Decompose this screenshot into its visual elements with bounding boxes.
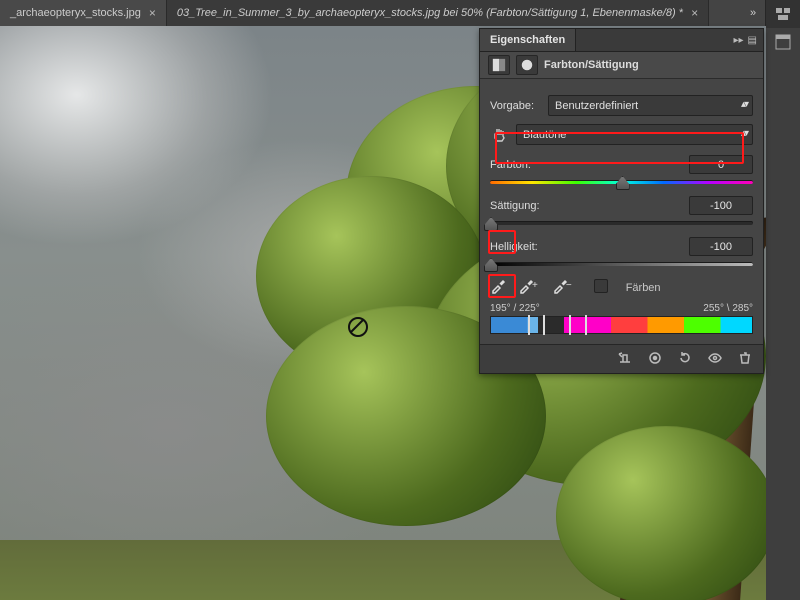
tab-document-1[interactable]: _archaeopteryx_stocks.jpg × <box>0 0 167 26</box>
close-icon[interactable]: × <box>691 6 698 20</box>
clip-to-layer-icon[interactable] <box>617 350 633 369</box>
panel-footer <box>480 344 763 373</box>
adjustment-name: Farbton/Sättigung <box>544 59 639 71</box>
panel-collapse-icon[interactable]: ▸▸ <box>734 35 744 46</box>
eyedropper-add-icon[interactable]: + <box>518 278 540 297</box>
panel-title: Eigenschaften <box>490 34 565 46</box>
lightness-label: Helligkeit: <box>490 241 538 253</box>
no-drop-cursor-icon <box>348 317 368 337</box>
hue-label: Farbton: <box>490 159 531 171</box>
color-range-dropdown[interactable]: Blautöne ▴▾ <box>516 124 753 145</box>
colorize-label: Färben <box>626 282 661 294</box>
adjustment-icon <box>488 55 510 75</box>
lightness-slider[interactable] <box>490 258 753 270</box>
trash-icon[interactable] <box>737 350 753 369</box>
tab-document-2[interactable]: 03_Tree_in_Summer_3_by_archaeopteryx_sto… <box>167 0 709 26</box>
chevron-updown-icon: ▴▾ <box>741 128 747 140</box>
panel-toggle-icon[interactable] <box>766 0 800 28</box>
slider-thumb[interactable] <box>484 217 498 231</box>
mask-icon[interactable] <box>516 55 538 75</box>
tab-label: 03_Tree_in_Summer_3_by_archaeopteryx_sto… <box>177 7 683 19</box>
slider-thumb[interactable] <box>484 258 498 272</box>
colorize-checkbox[interactable] <box>594 279 614 296</box>
eyedropper-icon[interactable] <box>490 278 506 297</box>
close-icon[interactable]: × <box>149 6 156 20</box>
preset-label: Vorgabe: <box>490 100 542 112</box>
preset-dropdown[interactable]: Benutzerdefiniert ▴▾ <box>548 95 753 116</box>
saturation-value[interactable]: -100 <box>689 196 753 215</box>
targeted-adjust-icon[interactable] <box>490 126 510 144</box>
lightness-value[interactable]: -100 <box>689 237 753 256</box>
color-range-bar[interactable] <box>490 316 753 334</box>
document-tabs: _archaeopteryx_stocks.jpg × 03_Tree_in_S… <box>0 0 766 27</box>
hue-slider[interactable] <box>490 176 753 188</box>
visibility-icon[interactable] <box>707 350 723 369</box>
panel-titlebar[interactable]: Eigenschaften ▸▸ ▤ <box>480 29 763 52</box>
tabs-overflow-icon[interactable]: » <box>740 0 766 26</box>
saturation-label: Sättigung: <box>490 200 540 212</box>
eyedropper-subtract-icon[interactable]: − <box>552 278 574 297</box>
properties-panel: Eigenschaften ▸▸ ▤ Farbton/Sättigung Vor… <box>479 28 764 374</box>
reset-icon[interactable] <box>677 350 693 369</box>
hue-value[interactable]: 0 <box>689 155 753 174</box>
color-range-value: Blautöne <box>523 129 566 141</box>
right-toolbar <box>765 0 800 600</box>
adjustment-header: Farbton/Sättigung <box>480 52 763 79</box>
panel-menu-icon[interactable]: ▤ <box>748 35 757 46</box>
view-previous-icon[interactable] <box>647 350 663 369</box>
saturation-slider[interactable] <box>490 217 753 229</box>
slider-thumb[interactable] <box>616 176 630 190</box>
range-degrees-left: 195° / 225° <box>490 303 540 314</box>
chevron-updown-icon: ▴▾ <box>741 99 747 111</box>
properties-panel-icon[interactable] <box>766 28 800 56</box>
preset-value: Benutzerdefiniert <box>555 100 638 112</box>
tab-label: _archaeopteryx_stocks.jpg <box>10 7 141 19</box>
range-degrees-right: 255° \ 285° <box>703 303 753 314</box>
panel-tab-properties[interactable]: Eigenschaften <box>480 29 576 51</box>
